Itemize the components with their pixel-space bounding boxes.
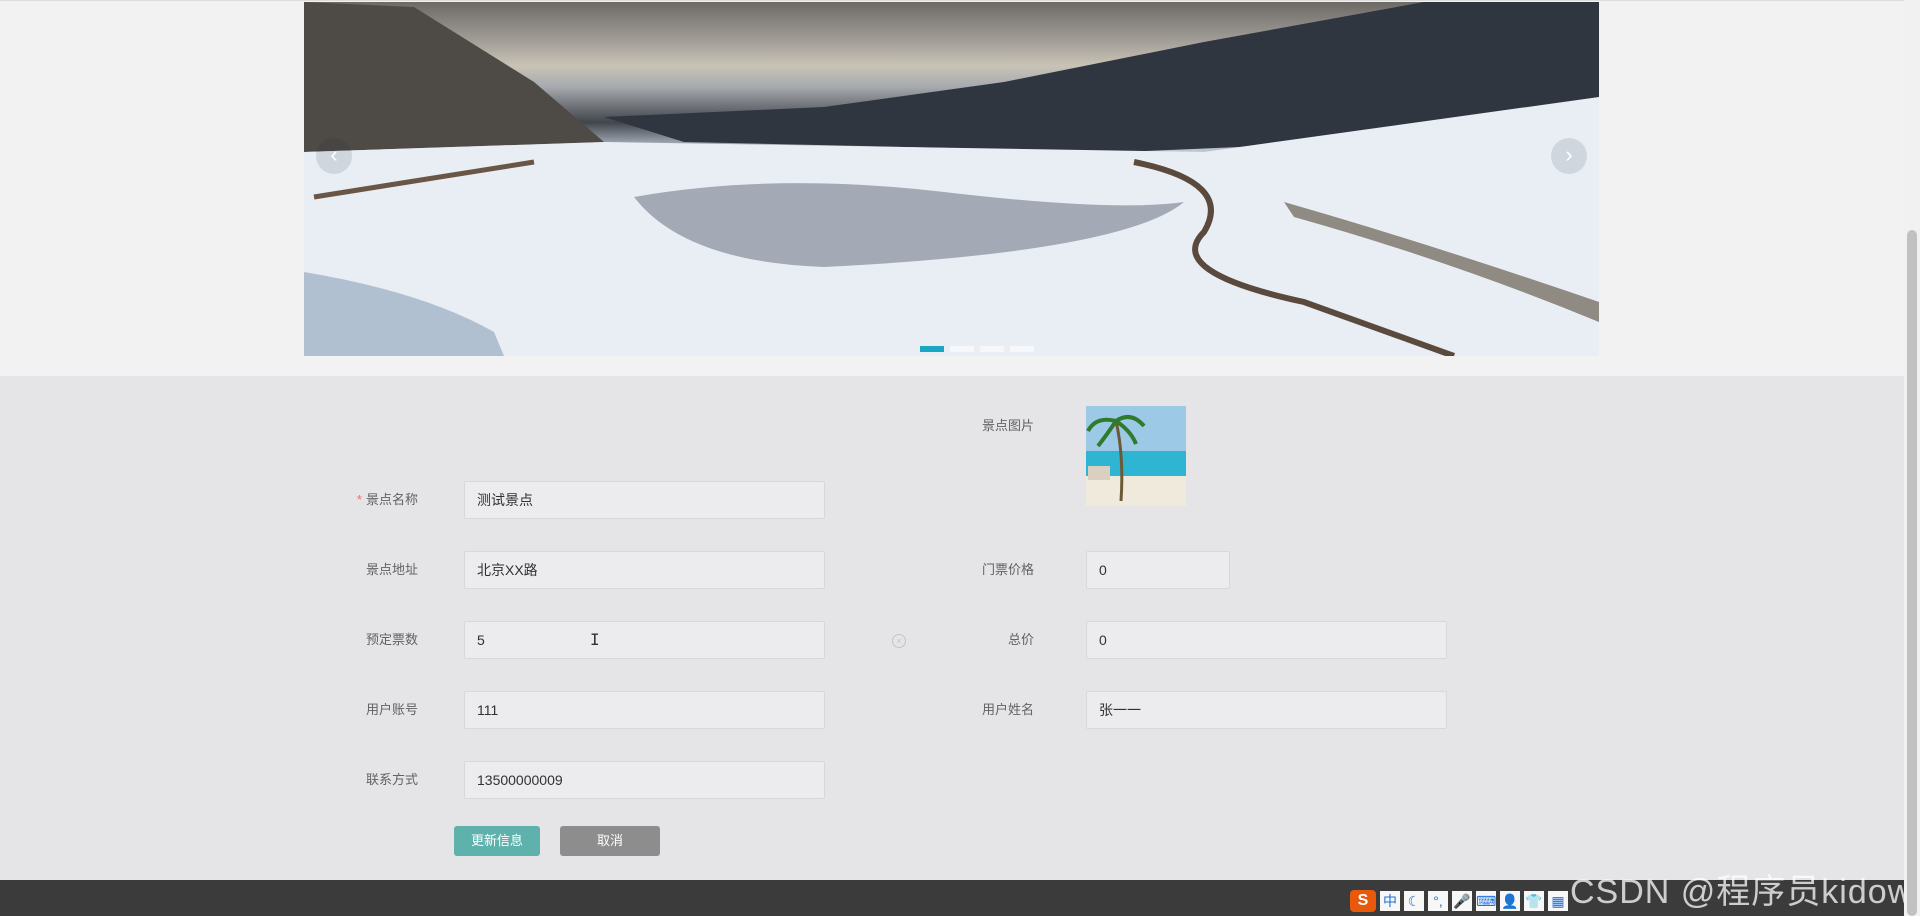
- total-price-label: 总价: [1007, 632, 1034, 647]
- required-mark: *: [356, 492, 362, 507]
- carousel-prev-button[interactable]: ‹: [316, 138, 352, 174]
- ime-toolbar: S 中 ☾ °, 🎤 ⌨ 👤 👕 ▦: [1350, 890, 1568, 912]
- update-info-button[interactable]: 更新信息: [454, 826, 540, 856]
- ticket-price-label: 门票价格: [981, 562, 1034, 577]
- clear-icon[interactable]: ×: [892, 634, 906, 648]
- ticket-price-input[interactable]: 0: [1086, 551, 1230, 589]
- keyboard-icon[interactable]: ⌨: [1476, 891, 1496, 911]
- chevron-right-icon: ›: [1565, 142, 1573, 167]
- scenic-address-input[interactable]: 北京XX路: [464, 551, 825, 589]
- watermark: CSDN @程序员kidow: [1570, 873, 1914, 911]
- scenic-name-label: * 景点名称: [356, 492, 418, 507]
- total-price-input[interactable]: 0: [1086, 621, 1447, 659]
- contact-input[interactable]: 13500000009: [464, 761, 825, 799]
- user-account-input[interactable]: 111: [464, 691, 825, 729]
- scenic-image-label: 景点图片: [981, 418, 1034, 433]
- beach-thumbnail-image: [1086, 406, 1186, 506]
- grid-icon[interactable]: ▦: [1548, 891, 1568, 911]
- user-name-label: 用户姓名: [981, 702, 1034, 717]
- microphone-icon[interactable]: 🎤: [1452, 891, 1472, 911]
- chinese-mode-icon[interactable]: 中: [1380, 891, 1400, 911]
- moon-icon[interactable]: ☾: [1404, 891, 1424, 911]
- contact-label: 联系方式: [365, 772, 418, 787]
- cancel-button[interactable]: 取消: [560, 826, 660, 856]
- scenic-name-input[interactable]: 测试景点: [464, 481, 825, 519]
- shirt-icon[interactable]: 👕: [1524, 891, 1544, 911]
- carousel-indicators: [920, 346, 1034, 352]
- punctuation-icon[interactable]: °,: [1428, 891, 1448, 911]
- mountain-left: [304, 2, 604, 152]
- carousel-indicator-1[interactable]: [920, 346, 944, 352]
- carousel-indicator-3[interactable]: [980, 346, 1004, 352]
- scenic-address-label: 景点地址: [365, 562, 418, 577]
- user-icon[interactable]: 👤: [1500, 891, 1520, 911]
- carousel-indicator-4[interactable]: [1010, 346, 1034, 352]
- banner-carousel: ‹ ›: [304, 2, 1599, 356]
- carousel-indicator-2[interactable]: [950, 346, 974, 352]
- page-scrollbar[interactable]: [1904, 0, 1920, 916]
- scrollbar-thumb[interactable]: [1907, 230, 1917, 916]
- chevron-left-icon: ‹: [330, 142, 338, 167]
- ticket-count-label: 预定票数: [365, 632, 418, 647]
- carousel-next-button[interactable]: ›: [1551, 138, 1587, 174]
- ticket-count-input[interactable]: 5: [464, 621, 825, 659]
- user-name-input[interactable]: 张一一: [1086, 691, 1447, 729]
- scenic-image-thumbnail[interactable]: [1086, 406, 1186, 506]
- text-cursor-icon: I: [590, 630, 600, 649]
- sogou-logo-icon[interactable]: S: [1350, 890, 1376, 912]
- user-account-label: 用户账号: [365, 702, 418, 717]
- snow-landscape-image: [304, 2, 1599, 356]
